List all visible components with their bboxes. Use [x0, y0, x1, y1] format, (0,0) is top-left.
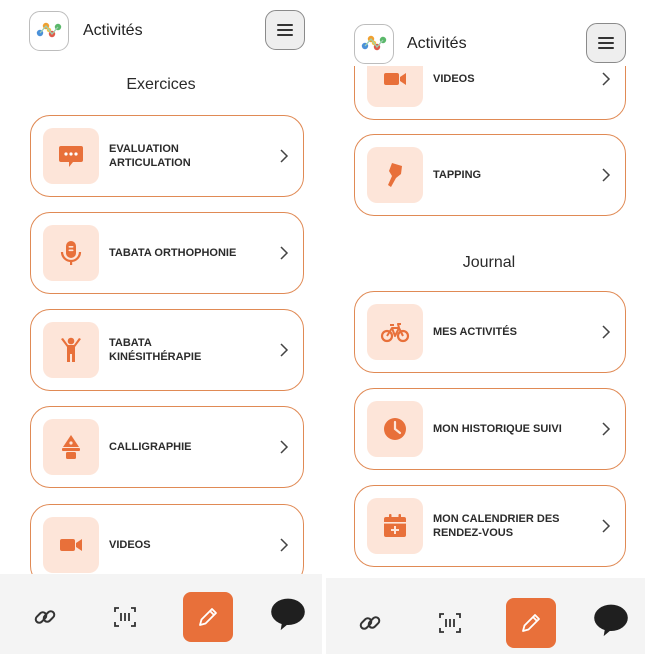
- chevron-right-icon: [280, 246, 289, 260]
- chevron-right-icon: [280, 149, 289, 163]
- scan-icon: [439, 613, 461, 633]
- card-label: TABATA ORTHOPHONIE: [109, 247, 237, 259]
- scan-icon: [114, 607, 136, 627]
- pencil-icon: [522, 614, 540, 632]
- card-icon-box: [367, 304, 423, 360]
- bottom-tab-bar: [326, 578, 645, 654]
- pen-nib-icon: [62, 435, 80, 459]
- card-label: VIDEOS: [109, 539, 151, 551]
- card-icon-box: [43, 225, 99, 281]
- chat-bubble-icon: [59, 146, 83, 167]
- card-mon-historique-suivi[interactable]: MON HISTORIQUE SUIVI: [354, 388, 626, 470]
- chevron-right-icon: [602, 519, 611, 533]
- person-arms-up-icon: [61, 337, 81, 362]
- menu-button[interactable]: [586, 23, 626, 63]
- chat-icon: [594, 604, 628, 637]
- app-logo-icon: [36, 22, 62, 38]
- video-camera-icon: [384, 73, 406, 85]
- link-icon: [359, 616, 381, 630]
- card-label: MES ACTIVITÉS: [433, 326, 517, 338]
- page-title: Activités: [407, 35, 467, 52]
- bottom-tab-bar: [0, 574, 322, 654]
- card-icon-box: [43, 128, 99, 184]
- tab-activities[interactable]: [506, 598, 556, 648]
- clock-icon: [384, 418, 406, 440]
- chevron-right-icon: [280, 440, 289, 454]
- screen-journal: VIDEOS Activités TAPPING Journal MES ACT…: [326, 0, 645, 654]
- card-icon-box: [367, 401, 423, 457]
- card-tabata-orthophonie[interactable]: TABATA ORTHOPHONIE: [30, 212, 304, 294]
- card-label: EVALUATION ARTICULATION: [109, 143, 191, 169]
- card-icon-box: [43, 517, 99, 573]
- tab-activities[interactable]: [183, 592, 233, 642]
- app-header: Activités: [326, 0, 645, 66]
- tab-chat[interactable]: [268, 594, 308, 634]
- chevron-right-icon: [280, 538, 289, 552]
- menu-button[interactable]: [265, 10, 305, 50]
- chevron-right-icon: [602, 168, 611, 182]
- tab-link[interactable]: [353, 606, 387, 640]
- card-mon-calendrier-rendez-vous[interactable]: MON CALENDRIER DES RENDEZ-VOUS: [354, 485, 626, 567]
- tab-scan[interactable]: [108, 600, 142, 634]
- card-label: CALLIGRAPHIE: [109, 441, 192, 453]
- screen-exercices: Activités Exercices EVALUATION ARTICULATI…: [0, 0, 322, 654]
- microphone-icon: [60, 241, 82, 265]
- link-icon: [34, 610, 56, 624]
- card-mes-activites[interactable]: MES ACTIVITÉS: [354, 291, 626, 373]
- video-camera-icon: [60, 539, 82, 551]
- app-logo: [354, 24, 394, 64]
- hamburger-icon: [598, 37, 614, 49]
- card-icon-box: [43, 322, 99, 378]
- card-icon-box: [367, 498, 423, 554]
- section-title-exercices: Exercices: [126, 76, 196, 93]
- card-icon-box: [367, 147, 423, 203]
- pencil-icon: [199, 608, 217, 626]
- card-calligraphie[interactable]: CALLIGRAPHIE: [30, 406, 304, 488]
- card-tapping[interactable]: TAPPING: [354, 134, 626, 216]
- page-title: Activités: [83, 22, 143, 39]
- chevron-right-icon: [602, 72, 611, 86]
- bicycle-icon: [380, 323, 410, 343]
- app-logo: [29, 11, 69, 51]
- card-evaluation-articulation[interactable]: EVALUATION ARTICULATION: [30, 115, 304, 197]
- finger-tap-icon: [388, 163, 402, 187]
- chevron-right-icon: [280, 343, 289, 357]
- chevron-right-icon: [602, 325, 611, 339]
- calendar-plus-icon: [384, 514, 406, 537]
- card-label: TABATA KINÉSITHÉRAPIE: [109, 337, 202, 363]
- tab-link[interactable]: [28, 600, 62, 634]
- card-label: MON HISTORIQUE SUIVI: [433, 423, 562, 435]
- card-label: MON CALENDRIER DES RENDEZ-VOUS: [433, 513, 560, 539]
- chevron-right-icon: [602, 422, 611, 436]
- card-icon-box: [43, 419, 99, 475]
- card-tabata-kinesitherapie[interactable]: TABATA KINÉSITHÉRAPIE: [30, 309, 304, 391]
- app-logo-icon: [361, 35, 387, 51]
- hamburger-icon: [277, 24, 293, 36]
- tab-scan[interactable]: [433, 606, 467, 640]
- card-label: TAPPING: [433, 169, 482, 181]
- tab-chat[interactable]: [591, 600, 631, 640]
- section-title-journal: Journal: [462, 254, 516, 271]
- chat-icon: [271, 598, 305, 631]
- app-header: Activités: [0, 0, 322, 60]
